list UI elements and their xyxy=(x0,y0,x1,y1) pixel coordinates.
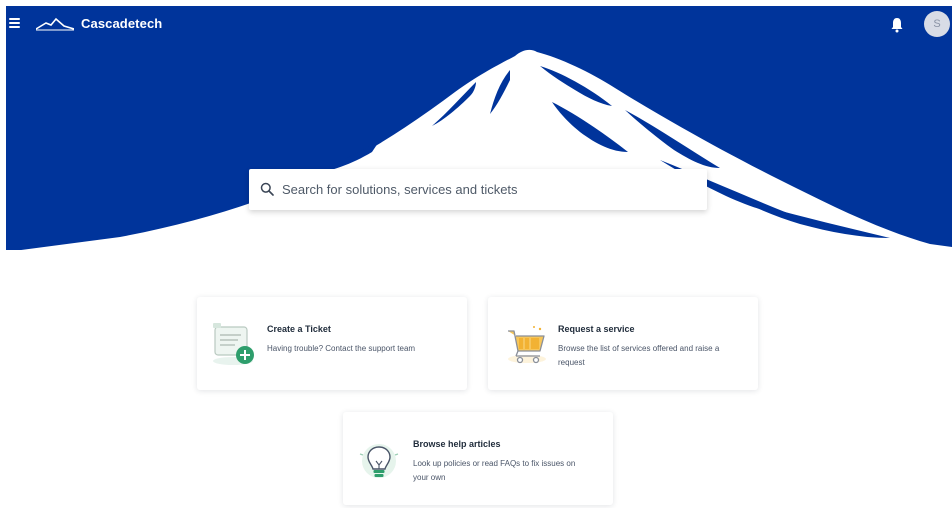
search-input[interactable] xyxy=(282,177,697,202)
card-description: Look up policies or read FAQs to fix iss… xyxy=(413,459,576,482)
card-title: Create a Ticket xyxy=(267,324,331,334)
brand-name[interactable]: Cascadetech xyxy=(81,16,162,31)
bell-icon[interactable] xyxy=(889,16,905,34)
ticket-add-icon xyxy=(213,323,254,365)
card-description: Browse the list of services offered and … xyxy=(558,344,720,367)
search-bar[interactable] xyxy=(249,169,707,210)
card-title: Request a service xyxy=(558,324,635,334)
top-bar: Cascadetech S xyxy=(0,0,952,50)
mountain-logo-icon xyxy=(36,17,74,31)
shopping-cart-icon xyxy=(508,326,546,364)
card-description: Having trouble? Contact the support team xyxy=(267,344,416,353)
create-ticket-card[interactable]: Create a Ticket Having trouble? Contact … xyxy=(197,297,467,390)
search-icon xyxy=(260,182,274,196)
browse-articles-card[interactable]: Browse help articles Look up policies or… xyxy=(343,412,613,505)
portal-page: Cascadetech S Create a Ticket Having tro… xyxy=(0,0,952,508)
request-service-card[interactable]: Request a service Browse the list of ser… xyxy=(488,297,758,390)
card-title: Browse help articles xyxy=(413,439,501,449)
hamburger-menu-icon[interactable] xyxy=(8,16,22,32)
lightbulb-icon xyxy=(359,444,399,478)
user-avatar[interactable]: S xyxy=(924,11,950,37)
